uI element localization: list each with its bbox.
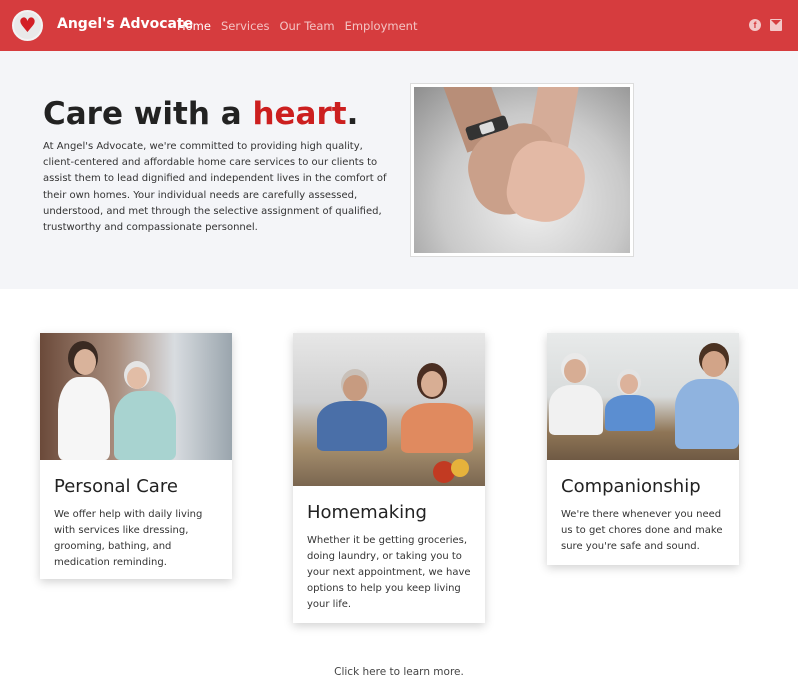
facebook-icon[interactable]: f [749,19,761,31]
service-card-homemaking: Homemaking Whether it be getting groceri… [293,333,485,623]
social-links: f [749,19,782,31]
companionship-photo [547,333,739,460]
nav-link-our-team[interactable]: Our Team [279,19,334,33]
service-card-companionship: Companionship We're there whenever you n… [547,333,739,565]
navbar: ♥ Angel's Advocate Home Services Our Tea… [0,0,798,51]
homemaking-photo [293,333,485,486]
card-title: Personal Care [54,476,178,497]
logo[interactable]: ♥ [12,10,43,41]
envelope-icon[interactable] [770,19,782,31]
heart-logo-icon: ♥ [18,13,37,37]
learn-more-row: Click here to learn more. [0,666,798,678]
nav-link-employment[interactable]: Employment [345,19,418,33]
personal-care-photo [40,333,232,460]
nav-links: Home Services Our Team Employment [177,19,417,33]
brand-name[interactable]: Angel's Advocate [57,16,193,32]
card-text: We're there whenever you need us to get … [561,509,723,552]
hero-image-holding-hands [410,83,634,257]
nav-link-home[interactable]: Home [177,19,211,33]
card-text: We offer help with daily living with ser… [54,509,203,568]
hero-description: At Angel's Advocate, we're committed to … [43,141,387,234]
learn-more-link[interactable]: Click here to learn more. [334,666,464,678]
nav-link-services[interactable]: Services [221,19,270,33]
service-card-personal-care: Personal Care We offer help with daily l… [40,333,232,579]
hero-title: Care with a heart. [43,96,359,132]
card-title: Homemaking [307,502,427,523]
hero-title-accent: heart [252,96,347,132]
card-title: Companionship [561,476,701,497]
card-text: Whether it be getting groceries, doing l… [307,535,471,610]
